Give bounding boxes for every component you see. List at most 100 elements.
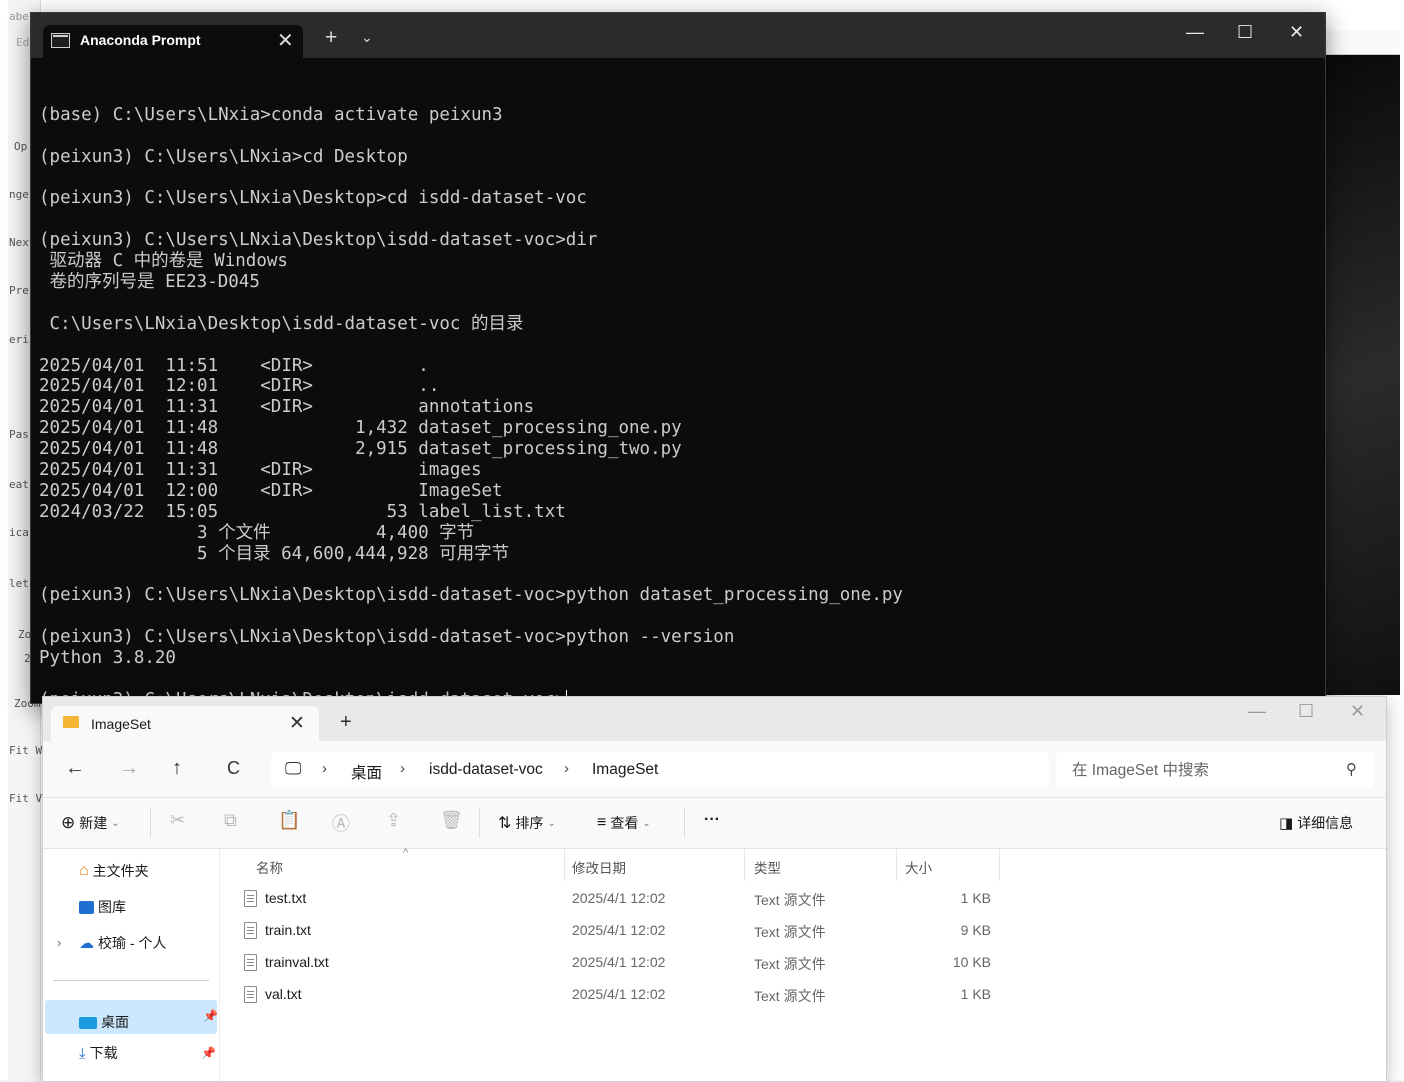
sidebar-item-downloads[interactable]: ⤓ 下载 <box>79 1043 118 1063</box>
terminal-window[interactable]: Anaconda Prompt ✕ + ⌄ — ☐ ✕ (base) C:\Us… <box>30 12 1326 710</box>
explorer-tab[interactable]: ImageSet ✕ <box>51 706 319 741</box>
terminal-line: (peixun3) C:\Users\LNxia>cd Desktop <box>39 146 408 167</box>
sort-button[interactable]: ⇅ 排序 ⌄ <box>498 813 556 833</box>
search-box[interactable]: ⚲ <box>1056 752 1374 790</box>
details-pane-button[interactable]: ◨ 详细信息 <box>1279 813 1353 833</box>
breadcrumb-separator[interactable]: › <box>322 760 327 777</box>
terminal-output[interactable]: (base) C:\Users\LNxia>conda activate pei… <box>39 84 1317 710</box>
sidebar-item-home[interactable]: ⌂ 主文件夹 <box>79 861 149 881</box>
bg-text-fragment: ica <box>9 526 29 539</box>
sort-label: 排序 <box>515 815 544 831</box>
sidebar-divider <box>53 980 209 981</box>
file-row[interactable]: train.txt 2025/4/1 12:02 Text 源文件 9 KB <box>240 919 1000 949</box>
text-file-icon <box>244 954 257 971</box>
maximize-button[interactable]: ☐ <box>1298 701 1314 722</box>
sidebar-item-desktop[interactable]: 桌面 📌 <box>45 1000 218 1034</box>
column-separator[interactable] <box>744 849 745 881</box>
minimize-button[interactable]: — <box>1186 22 1204 43</box>
view-button[interactable]: ≡ 查看 ⌄ <box>597 813 651 833</box>
sidebar-item-gallery[interactable]: 图库 <box>79 897 126 917</box>
file-row[interactable]: trainval.txt 2025/4/1 12:02 Text 源文件 10 … <box>240 951 1000 981</box>
pin-icon[interactable]: 📌 <box>201 1046 216 1060</box>
terminal-titlebar[interactable]: Anaconda Prompt ✕ + ⌄ — ☐ ✕ <box>31 13 1325 58</box>
search-input[interactable] <box>1056 752 1334 790</box>
new-tab-button[interactable]: + <box>325 26 337 50</box>
breadcrumb-separator[interactable]: › <box>400 760 405 777</box>
address-bar[interactable]: 🖵 › 桌面 › isdd-dataset-voc › ImageSet <box>271 752 1049 788</box>
close-button[interactable]: ✕ <box>1289 22 1304 43</box>
sidebar-item-label: 图库 <box>98 899 126 915</box>
terminal-line: (peixun3) C:\Users\LNxia\Desktop\isdd-da… <box>39 585 903 606</box>
background-image-preview <box>1324 55 1400 695</box>
chevron-down-icon: ⌄ <box>642 817 651 829</box>
file-row[interactable]: val.txt 2025/4/1 12:02 Text 源文件 1 KB <box>240 983 1000 1013</box>
share-icon[interactable]: ⇪ <box>386 810 401 831</box>
column-header-modified[interactable]: 修改日期 <box>572 857 626 877</box>
refresh-button[interactable]: C <box>227 758 240 779</box>
terminal-line: 2025/04/01 12:00 <DIR> ImageSet <box>39 480 503 501</box>
bg-text-fragment: nge <box>9 188 29 201</box>
terminal-tab-title: Anaconda Prompt <box>80 32 201 48</box>
download-icon: ⤓ <box>79 1044 86 1062</box>
file-row[interactable]: test.txt 2025/4/1 12:02 Text 源文件 1 KB <box>240 887 1000 917</box>
file-list: 名称 ^ 修改日期 类型 大小 test.txt 2025/4/1 12:02 … <box>220 847 1386 1081</box>
close-tab-icon[interactable]: ✕ <box>277 28 294 53</box>
folder-icon <box>63 716 79 728</box>
terminal-history: (base) C:\Users\LNxia>conda activate pei… <box>39 84 1317 690</box>
rename-icon[interactable]: Ⓐ <box>332 810 350 836</box>
more-options-button[interactable]: ··· <box>704 811 720 829</box>
breadcrumb-imageset[interactable]: ImageSet <box>592 761 658 779</box>
breadcrumb-separator[interactable]: › <box>564 760 569 777</box>
onedrive-icon: ☁ <box>79 935 94 952</box>
cut-icon[interactable]: ✂ <box>170 810 185 831</box>
close-tab-icon[interactable]: ✕ <box>289 712 305 735</box>
file-name: train.txt <box>265 922 311 938</box>
column-header-name[interactable]: 名称 <box>256 857 283 877</box>
terminal-icon <box>51 33 70 48</box>
forward-button[interactable]: → <box>119 757 139 780</box>
delete-icon[interactable]: 🗑 <box>440 810 463 831</box>
maximize-button[interactable]: ☐ <box>1237 22 1253 43</box>
view-list-icon: ≡ <box>597 814 607 831</box>
sidebar-item-onedrive[interactable]: ☁ 校瑜 - 个人 <box>79 933 166 953</box>
breadcrumb-desktop[interactable]: 桌面 <box>351 761 382 783</box>
terminal-tab[interactable]: Anaconda Prompt ✕ <box>43 25 303 58</box>
up-button[interactable]: ↑ <box>172 757 182 780</box>
chevron-down-icon: ⌄ <box>111 817 120 829</box>
new-button[interactable]: ⊕ 新建 ⌄ <box>61 813 120 833</box>
bg-text-fragment: eri <box>9 333 29 346</box>
back-button[interactable]: ← <box>65 757 85 780</box>
bg-text-fragment: let <box>9 577 29 590</box>
column-separator[interactable] <box>999 849 1000 881</box>
file-name: test.txt <box>265 890 307 906</box>
search-icon[interactable]: ⚲ <box>1346 760 1357 778</box>
column-separator[interactable] <box>564 849 565 881</box>
paste-icon[interactable]: 📋 <box>278 810 300 831</box>
pin-icon[interactable]: 📌 <box>203 1009 218 1023</box>
file-type: Text 源文件 <box>754 892 826 908</box>
new-tab-button[interactable]: + <box>340 711 352 734</box>
bg-text-fragment: Op <box>14 140 28 153</box>
minimize-button[interactable]: — <box>1248 701 1266 722</box>
explorer-titlebar[interactable]: ImageSet ✕ + — ☐ ✕ <box>43 697 1386 741</box>
column-header-type[interactable]: 类型 <box>754 857 781 877</box>
new-label: 新建 <box>79 815 108 831</box>
chevron-right-icon[interactable]: › <box>57 935 61 950</box>
explorer-tab-title: ImageSet <box>91 716 151 732</box>
sidebar-item-label: 下载 <box>89 1045 118 1061</box>
copy-icon[interactable]: ⧉ <box>224 810 237 831</box>
column-separator[interactable] <box>896 849 897 881</box>
breadcrumb-isdd-dataset-voc[interactable]: isdd-dataset-voc <box>429 761 543 779</box>
column-header-size[interactable]: 大小 <box>905 857 932 877</box>
chevron-down-icon[interactable]: ⌄ <box>361 29 373 46</box>
terminal-line: 2025/04/01 11:48 1,432 dataset_processin… <box>39 418 682 439</box>
bg-text-fragment: Fit W <box>9 744 43 757</box>
close-button[interactable]: ✕ <box>1350 701 1365 722</box>
command-bar: ⊕ 新建 ⌄ ✂ ⧉ 📋 Ⓐ ⇪ 🗑 ⇅ 排序 ⌄ ≡ 查看 ⌄ ··· ◨ 详… <box>43 798 1386 849</box>
terminal-line: 2025/04/01 11:48 2,915 dataset_processin… <box>39 439 682 460</box>
file-explorer-window[interactable]: ImageSet ✕ + — ☐ ✕ ← → ↑ C 🖵 › 桌面 › isdd… <box>42 696 1387 1082</box>
text-file-icon <box>244 986 257 1003</box>
plus-circle-icon: ⊕ <box>61 813 76 832</box>
